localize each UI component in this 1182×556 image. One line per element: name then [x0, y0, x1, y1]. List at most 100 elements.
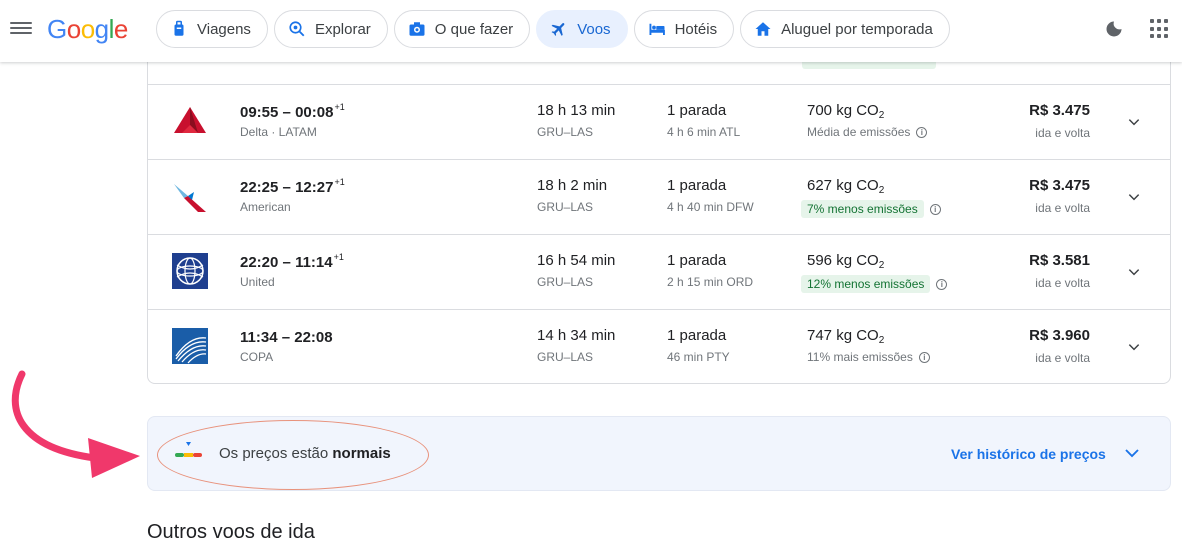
section-title: Outros voos de ida [147, 521, 315, 543]
chevron-down-icon[interactable] [1124, 337, 1144, 357]
trip-type: ida e volta [1035, 276, 1090, 290]
arrive-time: 22:08 [294, 329, 333, 346]
co2-amount: 747 kg CO2 [807, 327, 884, 346]
flight-price: R$ 3.475 [1029, 177, 1090, 194]
plane-icon [549, 19, 569, 39]
flight-row[interactable]: 22:20 – 11:14+1 United 16 h 54 min GRU–L… [148, 234, 1170, 309]
price-status-value: normais [332, 445, 391, 462]
airline-name: Delta · LATAM [240, 125, 317, 139]
menu-icon[interactable] [10, 19, 32, 39]
info-icon[interactable]: i [929, 203, 941, 215]
explore-icon [287, 19, 307, 39]
logo-letter: o [66, 14, 81, 44]
emissions-info: 11% mais emissões i [807, 350, 930, 364]
arrive-time: 12:27 [295, 179, 334, 196]
united-logo-icon [172, 253, 208, 289]
flight-row[interactable]: 22:25 – 12:27+1 American 18 h 2 min GRU–… [148, 159, 1170, 234]
price-level-icon [174, 442, 204, 462]
nav-chip-flights[interactable]: Voos [536, 10, 628, 48]
flight-route: GRU–LAS [537, 200, 594, 214]
flight-times: 09:55 – 00:08+1 [240, 102, 345, 121]
flight-results-list: 09:55 – 00:08+1 Delta · LATAM 18 h 13 mi… [147, 40, 1171, 384]
nav-chip-label: Explorar [314, 20, 371, 38]
layover-info: 2 h 15 min ORD [667, 275, 754, 289]
flight-times: 22:20 – 11:14+1 [240, 252, 344, 271]
info-icon[interactable]: i [918, 351, 930, 363]
emissions-label: 12% menos emissões [801, 275, 931, 293]
flight-stops: 1 parada [667, 177, 727, 194]
airline-name: American [240, 200, 291, 214]
price-history-link[interactable]: Ver histórico de preços [951, 446, 1106, 462]
home-icon [753, 19, 773, 39]
google-logo[interactable]: Google [47, 14, 128, 45]
flight-times: 11:34 – 22:08 [240, 329, 333, 346]
co2-subscript: 2 [878, 185, 885, 196]
logo-letter: o [80, 14, 95, 44]
arrive-time: 11:14 [295, 254, 333, 271]
day-offset: +1 [333, 252, 344, 262]
emissions-info: 12% menos emissões i [801, 275, 948, 293]
nav-chips: Viagens Explorar O que fazer Voos Hotéis [156, 10, 950, 48]
flight-route: GRU–LAS [537, 350, 594, 364]
day-offset: +1 [334, 102, 345, 112]
emissions-info: 7% menos emissões i [801, 200, 941, 218]
delta-logo-icon [172, 103, 208, 139]
trip-type: ida e volta [1035, 126, 1090, 140]
chevron-down-icon[interactable] [1124, 187, 1144, 207]
co2-value: 747 kg CO [807, 327, 879, 344]
nav-chip-things-to-do[interactable]: O que fazer [393, 10, 531, 48]
info-icon[interactable]: i [916, 126, 928, 138]
chevron-down-icon[interactable] [1124, 112, 1144, 132]
price-status-prefix: Os preços estão [219, 445, 333, 462]
nav-chip-hotels[interactable]: Hotéis [633, 10, 735, 48]
co2-value: 700 kg CO [807, 102, 879, 119]
nav-chip-explore[interactable]: Explorar [273, 10, 388, 48]
flight-price: R$ 3.581 [1029, 252, 1090, 269]
copa-logo-icon [172, 328, 208, 364]
flight-price: R$ 3.475 [1029, 102, 1090, 119]
flight-row[interactable]: 11:34 – 22:08 COPA 14 h 34 min GRU–LAS 1… [148, 309, 1170, 384]
american-logo-icon [172, 178, 208, 214]
price-status-text: Os preços estão normais [219, 445, 391, 462]
nav-chip-label: Hotéis [674, 20, 718, 38]
logo-letter: e [113, 14, 128, 44]
flight-stops: 1 parada [667, 252, 727, 269]
chevron-down-icon[interactable] [1123, 444, 1143, 464]
price-insight-panel[interactable]: Os preços estão normais Ver histórico de… [147, 416, 1171, 491]
nav-chip-travel[interactable]: Viagens [156, 10, 268, 48]
trip-type: ida e volta [1035, 201, 1090, 215]
layover-info: 4 h 6 min ATL [667, 125, 741, 139]
flight-duration: 14 h 34 min [537, 327, 616, 344]
airline-name: COPA [240, 350, 274, 364]
co2-amount: 627 kg CO2 [807, 177, 884, 196]
arrive-time: 00:08 [295, 104, 334, 121]
flight-row[interactable]: 09:55 – 00:08+1 Delta · LATAM 18 h 13 mi… [148, 84, 1170, 159]
layover-info: 4 h 40 min DFW [667, 200, 754, 214]
co2-value: 596 kg CO [807, 252, 879, 269]
chevron-down-icon[interactable] [1124, 262, 1144, 282]
apps-grid-icon[interactable] [1150, 19, 1170, 39]
co2-value: 627 kg CO [807, 177, 879, 194]
co2-subscript: 2 [878, 260, 885, 271]
nav-chip-vacation-rentals[interactable]: Aluguel por temporada [740, 10, 950, 48]
co2-subscript: 2 [878, 110, 885, 121]
flight-times: 22:25 – 12:27+1 [240, 177, 345, 196]
dark-mode-icon[interactable] [1104, 19, 1124, 39]
flight-duration: 18 h 13 min [537, 102, 616, 119]
co2-amount: 596 kg CO2 [807, 252, 884, 271]
bed-icon [647, 19, 667, 39]
camera-icon [407, 19, 427, 39]
trip-type: ida e volta [1035, 351, 1090, 365]
flight-route: GRU–LAS [537, 275, 594, 289]
flight-route: GRU–LAS [537, 125, 594, 139]
info-icon[interactable]: i [936, 278, 948, 290]
nav-chip-label: Viagens [197, 20, 251, 38]
flight-duration: 18 h 2 min [537, 177, 608, 194]
annotation-arrow-icon [0, 360, 160, 490]
co2-subscript: 2 [878, 335, 885, 346]
nav-chip-label: Aluguel por temporada [781, 20, 933, 38]
co2-amount: 700 kg CO2 [807, 102, 884, 121]
emissions-label: Média de emissões [807, 125, 911, 139]
nav-chip-label: O que fazer [434, 20, 514, 38]
depart-time: 11:34 [240, 329, 278, 346]
